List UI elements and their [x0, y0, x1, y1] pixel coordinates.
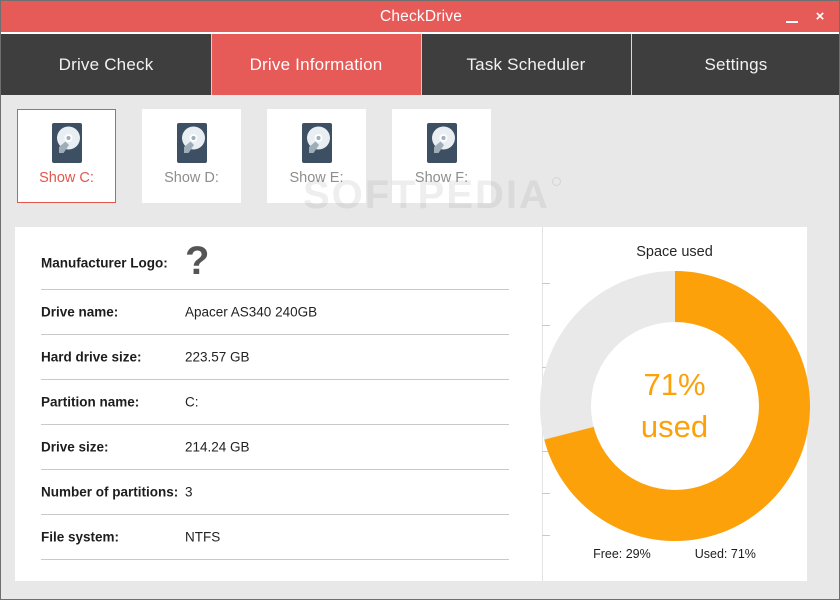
- chart-legend: Free: 29% Used: 71%: [542, 547, 807, 561]
- row-value: 223.57 GB: [185, 350, 250, 365]
- drive-button-label: Show F:: [393, 170, 490, 186]
- minimize-button[interactable]: [779, 1, 805, 32]
- drive-info-table: Manufacturer Logo: ? Drive name: Apacer …: [41, 237, 509, 560]
- table-row: Manufacturer Logo: ?: [41, 237, 509, 290]
- checkdrive-window: CheckDrive × Drive Check Drive Informati…: [0, 0, 840, 600]
- tab-bar: Drive Check Drive Information Task Sched…: [1, 34, 840, 95]
- table-row: Partition name: C:: [41, 380, 509, 425]
- table-row: Hard drive size: 223.57 GB: [41, 335, 509, 380]
- table-row: File system: NTFS: [41, 515, 509, 560]
- drive-button-label: Show C:: [18, 170, 115, 186]
- row-key: Drive name:: [41, 305, 118, 320]
- row-key: Hard drive size:: [41, 350, 142, 365]
- donut-hole: [591, 322, 759, 490]
- table-row: Drive size: 214.24 GB: [41, 425, 509, 470]
- table-row: Drive name: Apacer AS340 240GB: [41, 290, 509, 335]
- drive-button-c[interactable]: Show C:: [17, 109, 116, 203]
- hard-drive-icon: [175, 123, 209, 163]
- window-title: CheckDrive: [1, 1, 840, 32]
- title-bar: CheckDrive ×: [1, 1, 840, 34]
- manufacturer-logo-unknown-icon: ?: [185, 238, 209, 284]
- drive-button-d[interactable]: Show D:: [142, 109, 241, 203]
- hard-drive-icon: [50, 123, 84, 163]
- row-key: File system:: [41, 530, 119, 545]
- drive-button-label: Show D:: [143, 170, 240, 186]
- table-row: Number of partitions: 3: [41, 470, 509, 515]
- row-value: 3: [185, 485, 193, 500]
- minimize-icon: [786, 21, 798, 23]
- drive-information-card: Manufacturer Logo: ? Drive name: Apacer …: [15, 227, 807, 581]
- legend-free: Free: 29%: [593, 547, 651, 561]
- drive-button-f[interactable]: Show F:: [392, 109, 491, 203]
- hard-drive-icon: [425, 123, 459, 163]
- row-key: Partition name:: [41, 395, 139, 410]
- tab-drive-information[interactable]: Drive Information: [211, 34, 421, 95]
- row-value: 214.24 GB: [185, 440, 250, 455]
- tab-drive-check[interactable]: Drive Check: [1, 34, 211, 95]
- hard-drive-icon: [300, 123, 334, 163]
- tab-task-scheduler[interactable]: Task Scheduler: [421, 34, 631, 95]
- row-value: Apacer AS340 240GB: [185, 305, 317, 320]
- drive-button-label: Show E:: [268, 170, 365, 186]
- row-value: C:: [185, 395, 199, 410]
- donut-graphic: 71% used: [540, 271, 810, 541]
- row-key: Number of partitions:: [41, 485, 178, 500]
- chart-title: Space used: [542, 244, 807, 260]
- row-key: Manufacturer Logo:: [41, 256, 168, 271]
- donut-svg: [540, 271, 810, 541]
- legend-used: Used: 71%: [695, 547, 756, 561]
- row-value: NTFS: [185, 530, 220, 545]
- tab-settings[interactable]: Settings: [631, 34, 840, 95]
- drive-selector-bar: Show C: Show D:: [1, 95, 840, 213]
- row-key: Drive size:: [41, 440, 109, 455]
- space-used-chart: Space used 71% used Free: 29%: [542, 227, 807, 581]
- close-button[interactable]: ×: [807, 1, 833, 32]
- drive-button-e[interactable]: Show E:: [267, 109, 366, 203]
